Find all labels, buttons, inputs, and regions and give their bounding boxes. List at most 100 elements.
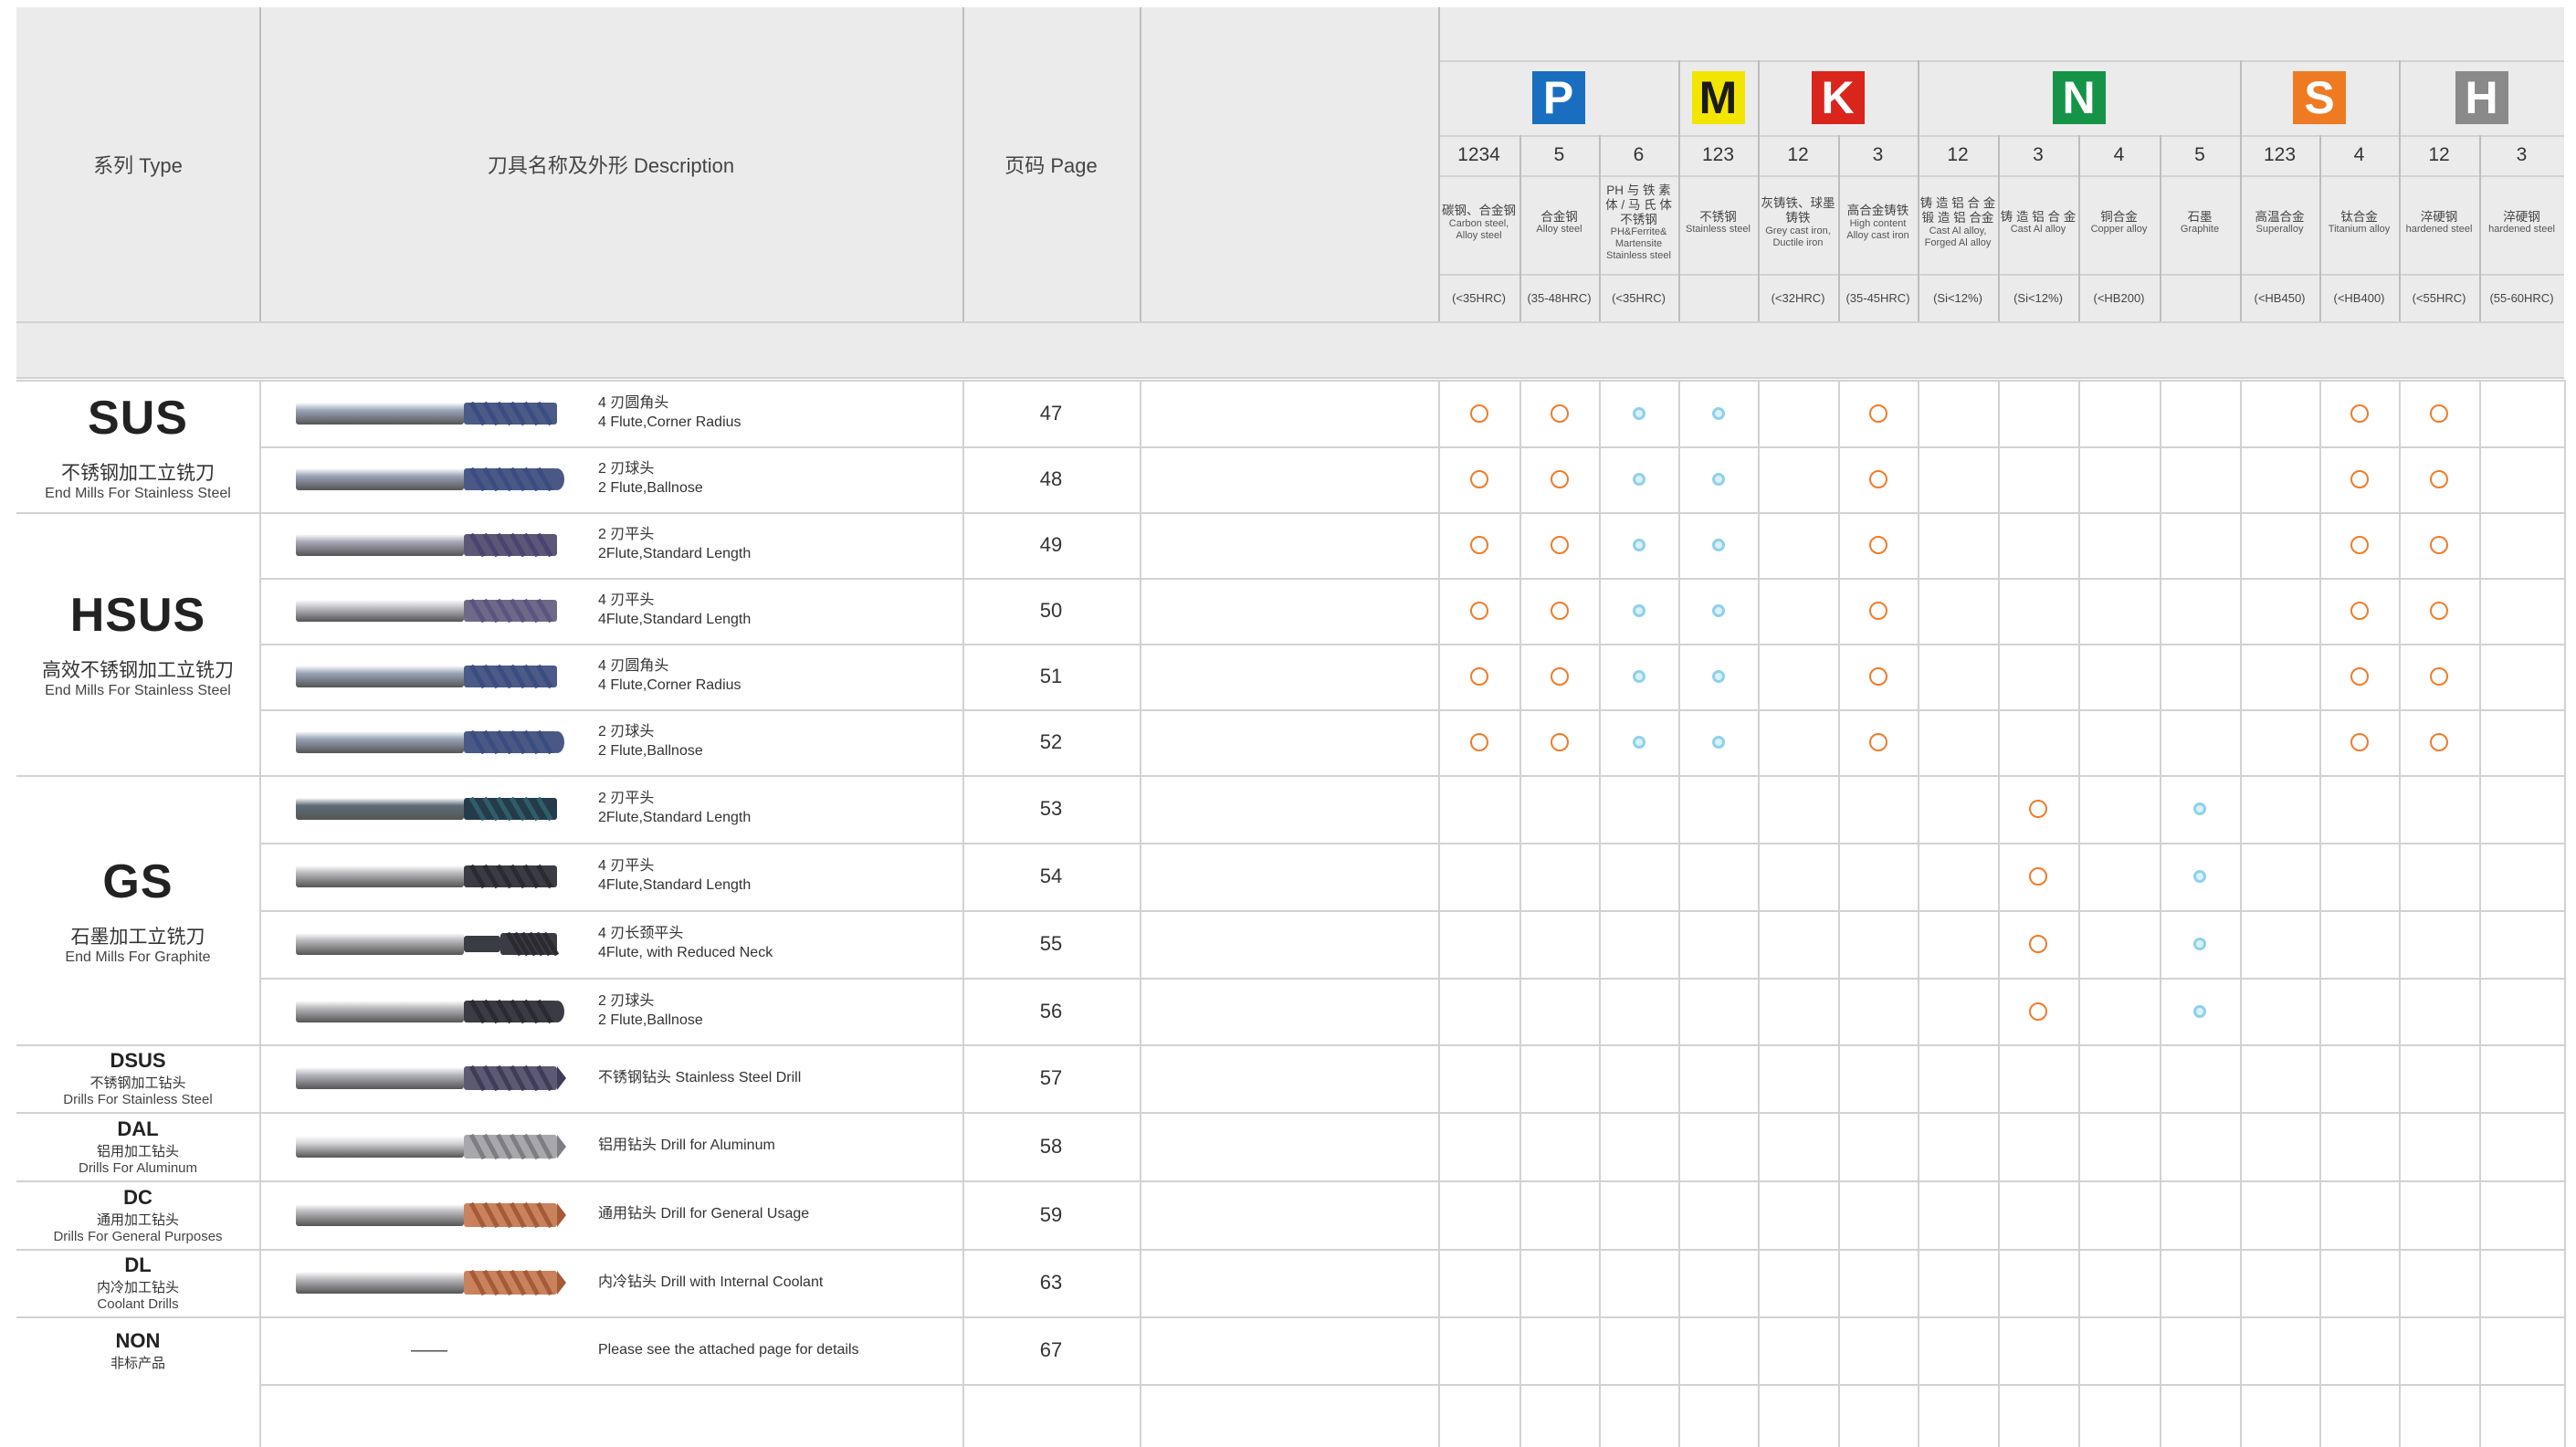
material-name-cn: 高合金铸铁 (1846, 204, 1909, 218)
material-name-en: Graphite (2180, 224, 2220, 236)
material-name-en: Carbon steel, Alloy steel (1448, 217, 1509, 241)
tool-image-cell (283, 709, 575, 775)
tool-description: 2 刃球头 2 Flute,Ballnose (598, 709, 954, 775)
material-name-en: Cast Al alloy (2010, 224, 2066, 236)
page-number[interactable]: 58 (962, 1112, 1140, 1180)
table-row: 铝用钻头 Drill for Aluminum 58 (259, 1112, 2564, 1180)
description-cn: 2 刃球头 (598, 724, 655, 740)
recommended-mark (1550, 602, 1569, 620)
page-number[interactable]: 49 (962, 512, 1140, 578)
series-name-cn: 高效不锈钢加工立铣刀 (42, 660, 234, 681)
table-row: 4 刃平头 4Flute,Standard Length 50 (259, 578, 2564, 644)
page-number[interactable]: 59 (962, 1180, 1140, 1249)
recommended-mark (1550, 404, 1569, 423)
tool-shank (296, 1000, 464, 1022)
material-name: PH 与 铁 素 体 / 马 氏 体 不锈钢 PH&Ferrite& Marten… (1601, 175, 1677, 270)
recommended-mark (2350, 470, 2369, 488)
material-col-divider (1519, 135, 1521, 321)
material-name-en: Grey cast iron, Ductile iron (1765, 225, 1831, 248)
hardness-range: (<HB450) (2254, 290, 2306, 305)
page-number[interactable]: 52 (962, 709, 1140, 775)
hardness-range: (Si<12%) (2013, 290, 2063, 305)
material-application-table: 系列 Type 刀具名称及外形 Description 页码 Page P M K N… (0, 0, 2576, 1447)
material-col-divider (1838, 135, 1840, 321)
tool-image-cell (283, 978, 575, 1044)
tool-shank (296, 1203, 464, 1226)
tool-description: 4 刃长颈平头 4Flute, with Reduced Neck (598, 910, 954, 978)
page-number[interactable]: 56 (962, 978, 1140, 1044)
tool-shank (296, 1272, 464, 1294)
tool-shank (296, 933, 464, 955)
page-number[interactable]: 63 (962, 1249, 1140, 1316)
material-number: 1234 (1457, 144, 1500, 165)
recommended-mark (1868, 733, 1887, 751)
series-sus: SUS 不锈钢加工立铣刀 End Mills For Stainless Steel (16, 380, 259, 512)
table-row: 4 刃圆角头 4 Flute,Corner Radius 51 (259, 644, 2564, 709)
applicable-mark (1632, 406, 1645, 420)
recommended-mark (2350, 602, 2369, 620)
description-cn: 4 刃圆角头 (598, 394, 669, 411)
material-number: 123 (1701, 144, 1735, 165)
series-dl: DL 内冷加工钻头 Coolant Drills (16, 1249, 259, 1316)
applicable-mark (1632, 670, 1645, 683)
applicable-mark (1711, 736, 1725, 749)
tool-description: 铝用钻头 Drill for Aluminum (598, 1112, 954, 1180)
description-en: 4Flute, with Reduced Neck (598, 945, 773, 960)
page-number[interactable]: 50 (962, 578, 1140, 644)
material-name-cn: 高温合金 (2255, 209, 2305, 224)
material-col-divider (1599, 135, 1601, 321)
page-header: 页码 Page (1004, 154, 1098, 177)
description-header: 刀具名称及外形 Description (487, 154, 735, 177)
description-en: 通用钻头 Drill for General Usage (598, 1206, 810, 1222)
page-number[interactable]: 55 (962, 910, 1140, 978)
iso-group-n: N (2052, 71, 2106, 124)
tool-description: 4 刃平头 4Flute,Standard Length (598, 843, 954, 910)
description-cn: 2 刃平头 (598, 791, 655, 807)
tool-image (296, 467, 564, 492)
material-name-en: Titanium alloy (2328, 224, 2391, 236)
page-number[interactable]: 47 (962, 380, 1140, 446)
material-name: 钛合金 Titanium alloy (2321, 175, 2397, 270)
recommended-mark (1868, 470, 1887, 488)
series-name-cn: 不锈钢加工立铣刀 (61, 462, 215, 484)
recommended-mark (2430, 470, 2448, 488)
material-number: 12 (2428, 144, 2450, 165)
material-number: 3 (2033, 144, 2044, 165)
tool-image-cell (283, 380, 575, 446)
recommended-mark (2430, 602, 2448, 620)
tool-image-cell (283, 843, 575, 910)
material-number: 12 (1947, 144, 1969, 165)
page-number[interactable]: 53 (962, 775, 1140, 843)
hardness-range: (<55HRC) (2412, 290, 2466, 305)
series-name-en: End Mills For Stainless Steel (45, 683, 231, 698)
material-number: 4 (2113, 144, 2125, 165)
tool-description: 2 刃球头 2 Flute,Ballnose (598, 978, 954, 1044)
material-name-cn: 淬硬钢 (2420, 209, 2458, 224)
iso-group-m: M (1691, 71, 1745, 124)
page-number[interactable]: 57 (962, 1044, 1140, 1112)
page-number[interactable]: 51 (962, 644, 1140, 709)
table-row: 4 刃平头 4Flute,Standard Length 54 (259, 843, 2564, 910)
tool-image (296, 1133, 566, 1159)
applicable-mark (2193, 870, 2206, 883)
table-row: —— Please see the attached page for detai… (259, 1316, 2564, 1384)
page-number[interactable]: 54 (962, 843, 1140, 910)
recommended-mark (1550, 667, 1569, 686)
tool-image-cell: —— (283, 1316, 575, 1384)
material-name-en: Alloy steel (1536, 224, 1582, 236)
tool-image (296, 598, 557, 624)
series-name: GS (102, 855, 173, 908)
series-name-cn: 非标产品 (110, 1355, 165, 1371)
tool-shank (296, 534, 464, 556)
recommended-mark (1469, 733, 1488, 751)
page-number[interactable]: 48 (962, 446, 1140, 512)
iso-group-s: S (2293, 71, 2346, 124)
tool-image (296, 664, 557, 689)
series-name-en: Coolant Drills (97, 1296, 179, 1312)
hardness-range (1678, 274, 1758, 321)
tool-drill-tip (557, 1202, 566, 1227)
recommended-mark (1868, 404, 1887, 423)
material-name-cn: 铸 造 铝 合 金 锻 造 铝 合金 (1919, 196, 1996, 225)
iso-group-p: P (1531, 71, 1585, 124)
page-number[interactable]: 67 (962, 1316, 1140, 1384)
